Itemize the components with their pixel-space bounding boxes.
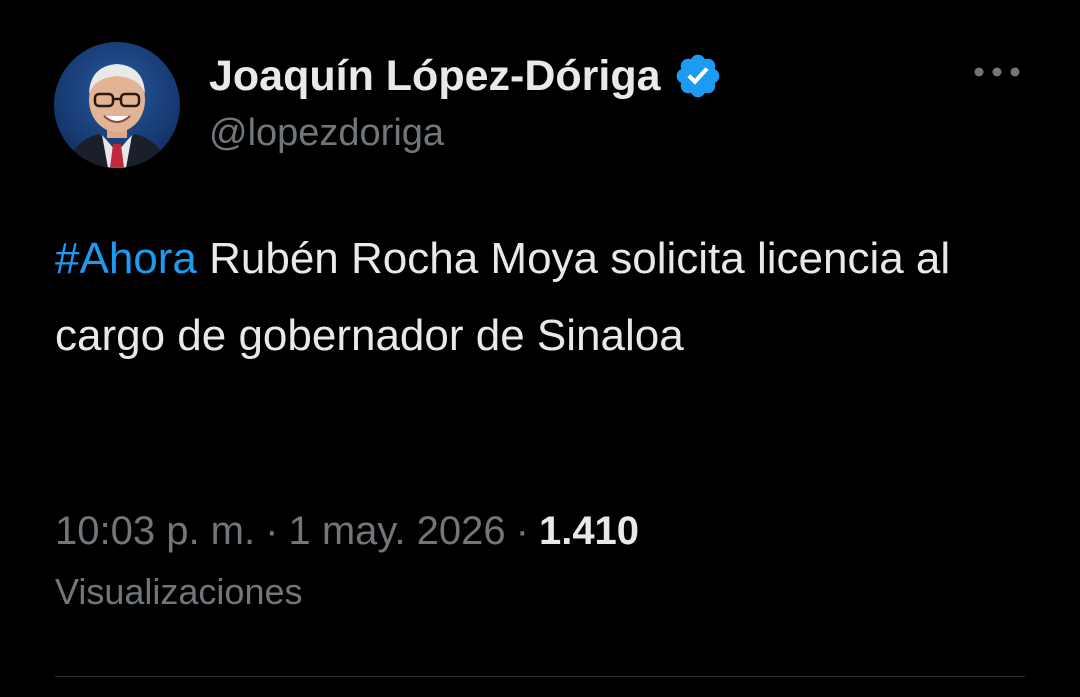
- tweet-text: #Ahora Rubén Rocha Moya solicita licenci…: [55, 220, 1035, 374]
- tweet-card: Joaquín López-Dóriga @lopezdoriga #Ahora…: [0, 0, 1080, 697]
- tweet-date[interactable]: 1 may. 2026: [288, 509, 505, 553]
- avatar-image: [54, 42, 180, 168]
- tweet-meta: 10:03 p. m. · 1 may. 2026 · 1.410: [55, 500, 1035, 562]
- hashtag-link[interactable]: #Ahora: [55, 234, 197, 283]
- tweet-time[interactable]: 10:03 p. m.: [55, 509, 255, 553]
- more-options-button[interactable]: [968, 52, 1026, 92]
- avatar[interactable]: [54, 42, 180, 168]
- author-handle[interactable]: @lopezdoriga: [209, 112, 444, 155]
- author-name-row: Joaquín López-Dóriga: [209, 48, 723, 104]
- views-label[interactable]: Visualizaciones: [55, 566, 302, 618]
- divider: [55, 676, 1025, 677]
- more-options-icon: [974, 67, 1020, 77]
- meta-separator: ·: [515, 509, 529, 553]
- views-count[interactable]: 1.410: [539, 509, 639, 553]
- author-display-name[interactable]: Joaquín López-Dóriga: [209, 52, 661, 101]
- verified-badge-icon[interactable]: [673, 51, 723, 101]
- meta-separator: ·: [265, 509, 279, 553]
